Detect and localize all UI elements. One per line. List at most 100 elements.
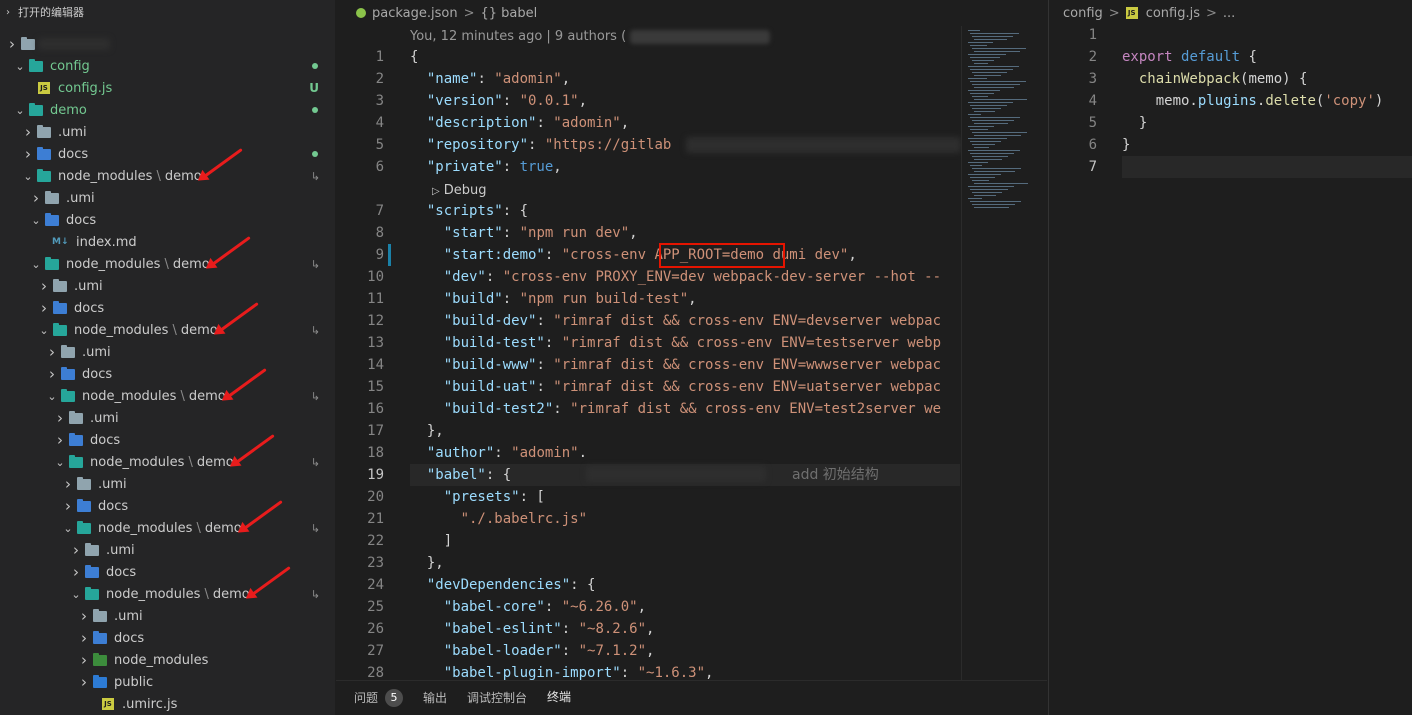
tree-item[interactable]: › .umi — [0, 275, 335, 297]
tree-item[interactable]: › node_modules — [0, 649, 335, 671]
code-line[interactable]: "devDependencies": { — [410, 574, 596, 596]
chevron-down-icon[interactable]: ⌄ — [12, 60, 28, 73]
chevron-right-icon[interactable]: › — [20, 145, 36, 163]
chevron-down-icon[interactable]: ⌄ — [12, 104, 28, 117]
code-line[interactable]: { — [410, 46, 418, 68]
tree-item[interactable]: › .umi — [0, 473, 335, 495]
code-line[interactable]: "start:demo": "cross-env APP_ROOT=demo d… — [410, 244, 857, 266]
breadcrumb-file[interactable]: package.json — [372, 6, 458, 21]
chevron-right-icon[interactable]: › — [76, 607, 92, 625]
code-line[interactable]: } — [1122, 134, 1130, 156]
tree-item[interactable]: ⌄ config — [0, 55, 335, 77]
tree-item[interactable]: ⌄ node_modules \ demo ↳ — [0, 385, 335, 407]
chevron-right-icon[interactable]: › — [44, 365, 60, 383]
breadcrumb-more[interactable]: ... — [1223, 6, 1235, 21]
chevron-right-icon[interactable]: › — [60, 497, 76, 515]
chevron-right-icon[interactable]: › — [68, 563, 84, 581]
tree-item[interactable]: ⌄ docs — [0, 209, 335, 231]
editor-package-json[interactable]: package.json > {} babel You, 12 minutes … — [336, 0, 1046, 680]
tree-item[interactable]: M↓ index.md — [0, 231, 335, 253]
code-line[interactable]: "presets": [ — [410, 486, 545, 508]
tree-item[interactable]: ⌄ node_modules \ demo ↳ — [0, 319, 335, 341]
code-line[interactable]: "babel-plugin-import": "~1.6.3", — [410, 662, 714, 680]
chevron-right-icon[interactable]: › — [4, 35, 20, 53]
tree-item[interactable]: ⌄ node_modules \ demo ↳ — [0, 517, 335, 539]
chevron-right-icon[interactable]: › — [76, 673, 92, 691]
code-line[interactable]: } — [1122, 112, 1147, 134]
code-line[interactable]: export default { — [1122, 46, 1257, 68]
code-line[interactable]: "build-dev": "rimraf dist && cross-env E… — [410, 310, 941, 332]
code-line[interactable]: "private": true, — [410, 156, 562, 178]
code-line[interactable]: "build-uat": "rimraf dist && cross-env E… — [410, 376, 941, 398]
tree-item[interactable]: ⌄ node_modules \ demo ↳ — [0, 253, 335, 275]
chevron-right-icon[interactable]: › — [68, 541, 84, 559]
chevron-down-icon[interactable]: ⌄ — [28, 214, 44, 227]
chevron-down-icon[interactable]: ⌄ — [44, 390, 60, 403]
editor-config-js[interactable]: config > JS config.js > ... 1 2 export def… — [1048, 0, 1412, 715]
code-line[interactable]: "name": "adomin", — [410, 68, 570, 90]
open-editors-header[interactable]: › 打开的编辑器 — [0, 0, 335, 24]
code-line[interactable]: chainWebpack(memo) { — [1122, 68, 1308, 90]
code-line[interactable]: "version": "0.0.1", — [410, 90, 587, 112]
chevron-down-icon[interactable]: ⌄ — [60, 522, 76, 535]
tree-item[interactable]: JS config.js U — [0, 77, 335, 99]
code-line[interactable]: "./.babelrc.js" — [410, 508, 587, 530]
code-line[interactable]: "repository": "https://gitlab — [410, 134, 671, 156]
chevron-right-icon[interactable]: › — [36, 277, 52, 295]
code-line[interactable]: }, — [410, 420, 444, 442]
code-line[interactable]: "babel": { — [410, 464, 511, 486]
code-line[interactable]: "dev": "cross-env PROXY_ENV=dev webpack-… — [410, 266, 941, 288]
tree-item[interactable]: › docs — [0, 363, 335, 385]
code-line[interactable]: "build-test": "rimraf dist && cross-env … — [410, 332, 941, 354]
code-line[interactable]: "build-www": "rimraf dist && cross-env E… — [410, 354, 941, 376]
chevron-right-icon[interactable]: › — [20, 123, 36, 141]
tree-item[interactable]: › .umi — [0, 187, 335, 209]
tree-item[interactable]: ⌄ node_modules \ demo ↳ — [0, 165, 335, 187]
tree-item[interactable]: › .umi — [0, 539, 335, 561]
breadcrumb-symbol[interactable]: {} babel — [481, 6, 538, 21]
tree-item[interactable]: › docs — [0, 143, 335, 165]
tab-problems[interactable]: 问题 5 — [354, 681, 404, 715]
code-line[interactable]: "build": "npm run build-test", — [410, 288, 697, 310]
code-line[interactable]: "babel-eslint": "~8.2.6", — [410, 618, 655, 640]
tree-item[interactable]: › docs — [0, 627, 335, 649]
code-line[interactable]: "build-test2": "rimraf dist && cross-env… — [410, 398, 941, 420]
code-line[interactable]: "description": "adomin", — [410, 112, 629, 134]
chevron-right-icon[interactable]: › — [52, 431, 68, 449]
chevron-right-icon[interactable]: › — [52, 409, 68, 427]
tab-debug-console[interactable]: 调试控制台 — [467, 681, 527, 715]
tree-item[interactable]: › docs — [0, 429, 335, 451]
chevron-right-icon[interactable]: › — [76, 629, 92, 647]
tab-output[interactable]: 输出 — [423, 681, 447, 715]
tree-item[interactable]: ⌄ node_modules \ demo ↳ — [0, 451, 335, 473]
tree-item[interactable]: › docs — [0, 297, 335, 319]
tree-item[interactable]: JS .umirc.js — [0, 693, 335, 715]
code-line[interactable]: "babel-core": "~6.26.0", — [410, 596, 646, 618]
code-line[interactable]: "start": "npm run dev", — [410, 222, 638, 244]
code-line[interactable]: memo.plugins.delete('copy') — [1122, 90, 1384, 112]
code-line[interactable]: }, — [410, 552, 444, 574]
code-line[interactable]: "babel-loader": "~7.1.2", — [410, 640, 655, 662]
tree-item[interactable]: › .umi — [0, 407, 335, 429]
tree-item[interactable]: ⌄ node_modules \ demo ↳ — [0, 583, 335, 605]
chevron-down-icon[interactable]: ⌄ — [28, 258, 44, 271]
tree-item[interactable]: › .umi — [0, 121, 335, 143]
git-blame-codelens[interactable]: You, 12 minutes ago | 9 authors ( — [410, 26, 771, 48]
tree-item[interactable]: › .umi — [0, 605, 335, 627]
tab-terminal[interactable]: 终端 — [547, 681, 572, 715]
breadcrumb-folder[interactable]: config — [1063, 6, 1103, 21]
tree-item[interactable]: › docs — [0, 495, 335, 517]
chevron-right-icon[interactable]: › — [36, 299, 52, 317]
chevron-right-icon[interactable]: › — [60, 475, 76, 493]
tree-item[interactable]: ⌄ demo — [0, 99, 335, 121]
chevron-right-icon[interactable]: › — [28, 189, 44, 207]
chevron-down-icon[interactable]: ⌄ — [36, 324, 52, 337]
code-line[interactable]: "scripts": { — [410, 200, 528, 222]
chevron-right-icon[interactable]: › — [76, 651, 92, 669]
minimap[interactable] — [961, 26, 1046, 680]
debug-codelens[interactable]: ▷ Debug — [432, 180, 486, 202]
tree-item[interactable]: › .umi — [0, 341, 335, 363]
chevron-down-icon[interactable]: ⌄ — [68, 588, 84, 601]
code-line[interactable]: ] — [410, 530, 452, 552]
chevron-down-icon[interactable]: ⌄ — [20, 170, 36, 183]
